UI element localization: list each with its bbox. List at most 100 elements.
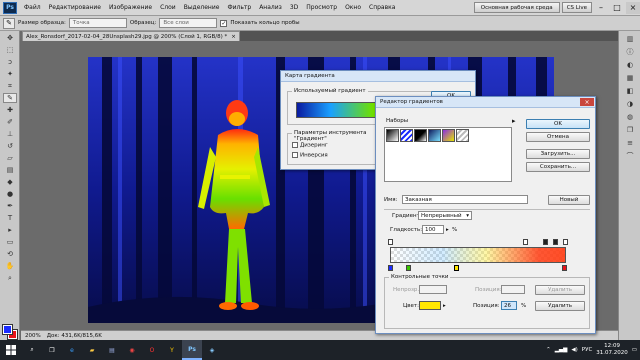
menu-view[interactable]: Просмотр bbox=[302, 4, 341, 11]
task-view-icon[interactable]: ❐ bbox=[42, 340, 62, 360]
color-position-input[interactable]: 26 bbox=[501, 301, 517, 310]
gradient-type-select[interactable]: Непрерывный ▾ bbox=[418, 211, 472, 220]
eyedropper-tool-icon[interactable]: ✎ bbox=[3, 93, 17, 103]
sample-size-select[interactable]: Точка bbox=[68, 18, 127, 28]
smoothness-stepper-icon[interactable]: ▸ bbox=[446, 227, 449, 233]
invert-checkbox[interactable] bbox=[292, 152, 298, 158]
editor-load-button[interactable]: Загрузить... bbox=[526, 149, 590, 159]
channels-icon[interactable]: ≡ bbox=[623, 138, 637, 148]
preset-swatch[interactable] bbox=[400, 129, 413, 142]
maximize-icon[interactable]: □ bbox=[610, 2, 624, 14]
dither-row[interactable]: Дизеринг bbox=[292, 142, 328, 149]
yandex-icon[interactable]: Y bbox=[162, 340, 182, 360]
color-stop-red[interactable] bbox=[562, 265, 567, 271]
gradient-preview-bar[interactable] bbox=[390, 247, 566, 263]
zoom-tool-icon[interactable]: ⌕ bbox=[3, 273, 17, 283]
quick-select-tool-icon[interactable]: ✦ bbox=[3, 69, 17, 79]
lasso-tool-icon[interactable]: ↄ bbox=[3, 57, 17, 67]
show-ring-checkbox[interactable]: ✓ bbox=[220, 19, 228, 27]
photoshop-taskbar-icon[interactable]: Ps bbox=[182, 340, 202, 360]
color-stop-yellow-selected[interactable] bbox=[454, 265, 459, 271]
document-tab[interactable]: Alex_Ronsdorf_2017-02-04_28Unsplash29.jp… bbox=[22, 31, 240, 41]
minimize-icon[interactable]: – bbox=[594, 2, 608, 14]
foreground-color-swatch[interactable] bbox=[2, 324, 13, 335]
app-icon[interactable]: ◈ bbox=[202, 340, 222, 360]
workspace-button[interactable]: Основная рабочая среда bbox=[473, 2, 560, 13]
preset-swatch[interactable] bbox=[428, 129, 441, 142]
windows-start-icon[interactable] bbox=[0, 340, 22, 360]
adjustments-icon[interactable]: ◑ bbox=[623, 99, 637, 109]
eyedropper-icon[interactable]: ✎ bbox=[3, 17, 15, 29]
opacity-stop[interactable] bbox=[563, 239, 568, 245]
preset-swatch[interactable] bbox=[386, 129, 399, 142]
volume-icon[interactable]: ◀) bbox=[571, 347, 577, 353]
color-panel-icon[interactable]: ◐ bbox=[623, 60, 637, 70]
layers-icon[interactable]: ❐ bbox=[623, 125, 637, 135]
smoothness-input[interactable]: 100 bbox=[422, 225, 444, 234]
new-gradient-button[interactable]: Новый bbox=[548, 195, 590, 205]
eraser-tool-icon[interactable]: ▱ bbox=[3, 153, 17, 163]
preset-swatch[interactable] bbox=[414, 129, 427, 142]
chrome-icon[interactable]: ◉ bbox=[122, 340, 142, 360]
pen-tool-icon[interactable]: ✒ bbox=[3, 201, 17, 211]
menu-edit[interactable]: Редактирование bbox=[45, 4, 105, 11]
notifications-icon[interactable]: ▭ bbox=[632, 347, 637, 353]
opacity-stop[interactable] bbox=[523, 239, 528, 245]
menu-filter[interactable]: Фильтр bbox=[223, 4, 255, 11]
delete-color-stop-button[interactable]: Удалить bbox=[535, 301, 585, 311]
store-icon[interactable]: ▤ bbox=[102, 340, 122, 360]
menu-image[interactable]: Изображение bbox=[105, 4, 156, 11]
zoom-level[interactable]: 200% bbox=[25, 333, 41, 339]
dialog-close-icon[interactable]: × bbox=[580, 98, 594, 106]
menu-window[interactable]: Окно bbox=[341, 4, 365, 11]
menu-layers[interactable]: Слои bbox=[156, 4, 180, 11]
color-stop-blue[interactable] bbox=[388, 265, 393, 271]
stop-color-swatch[interactable] bbox=[419, 301, 441, 310]
stamp-tool-icon[interactable]: ⊥ bbox=[3, 129, 17, 139]
menu-help[interactable]: Справка bbox=[365, 4, 399, 11]
search-icon[interactable]: ⌕ bbox=[22, 340, 42, 360]
styles-icon[interactable]: ◧ bbox=[623, 86, 637, 96]
file-explorer-icon[interactable]: ▰ bbox=[82, 340, 102, 360]
color-stop-green[interactable] bbox=[406, 265, 411, 271]
language-indicator[interactable]: РУС bbox=[582, 347, 593, 353]
type-tool-icon[interactable]: T bbox=[3, 213, 17, 223]
move-tool-icon[interactable]: ✥ bbox=[3, 33, 17, 43]
editor-save-button[interactable]: Сохранить... bbox=[526, 162, 590, 172]
preset-swatch[interactable] bbox=[442, 129, 455, 142]
preset-swatch[interactable] bbox=[456, 129, 469, 142]
menu-file[interactable]: Файл bbox=[20, 4, 45, 11]
clock[interactable]: 12:09 31.07.2020 bbox=[596, 343, 628, 357]
blur-tool-icon[interactable]: ◆ bbox=[3, 177, 17, 187]
dodge-tool-icon[interactable]: ● bbox=[3, 189, 17, 199]
sample-select[interactable]: Все слои bbox=[159, 18, 218, 28]
close-icon[interactable]: × bbox=[626, 1, 640, 14]
menu-analysis[interactable]: Анализ bbox=[255, 4, 286, 11]
healing-tool-icon[interactable]: ✚ bbox=[3, 105, 17, 115]
brush-tool-icon[interactable]: ✐ bbox=[3, 117, 17, 127]
gradient-tool-icon[interactable]: ▤ bbox=[3, 165, 17, 175]
opacity-stop[interactable] bbox=[553, 239, 558, 245]
info-icon[interactable]: ⓘ bbox=[623, 47, 637, 57]
shape-tool-icon[interactable]: ▭ bbox=[3, 237, 17, 247]
masks-icon[interactable]: ◍ bbox=[623, 112, 637, 122]
network-icon[interactable]: ▂▄▆ bbox=[555, 347, 568, 353]
histogram-icon[interactable]: ▥ bbox=[623, 34, 637, 44]
opacity-stop[interactable] bbox=[388, 239, 393, 245]
gradient-name-input[interactable]: Заказная bbox=[402, 195, 528, 204]
dither-checkbox[interactable] bbox=[292, 142, 298, 148]
document-close-icon[interactable]: × bbox=[231, 34, 236, 40]
presets-menu-icon[interactable]: ▸ bbox=[512, 117, 516, 125]
menu-select[interactable]: Выделение bbox=[180, 4, 224, 11]
edge-icon[interactable]: e bbox=[62, 340, 82, 360]
history-brush-icon[interactable]: ↺ bbox=[3, 141, 17, 151]
path-select-icon[interactable]: ▸ bbox=[3, 225, 17, 235]
hand-tool-icon[interactable]: ✋ bbox=[3, 261, 17, 271]
invert-row[interactable]: Инверсия bbox=[292, 152, 328, 159]
crop-tool-icon[interactable]: ⌗ bbox=[3, 81, 17, 91]
3d-rotate-icon[interactable]: ⟲ bbox=[3, 249, 17, 259]
tray-chevron-icon[interactable]: ⌃ bbox=[546, 347, 551, 353]
paths-icon[interactable]: ⌒ bbox=[623, 151, 637, 161]
editor-cancel-button[interactable]: Отмена bbox=[526, 132, 590, 142]
swatches-icon[interactable]: ▦ bbox=[623, 73, 637, 83]
